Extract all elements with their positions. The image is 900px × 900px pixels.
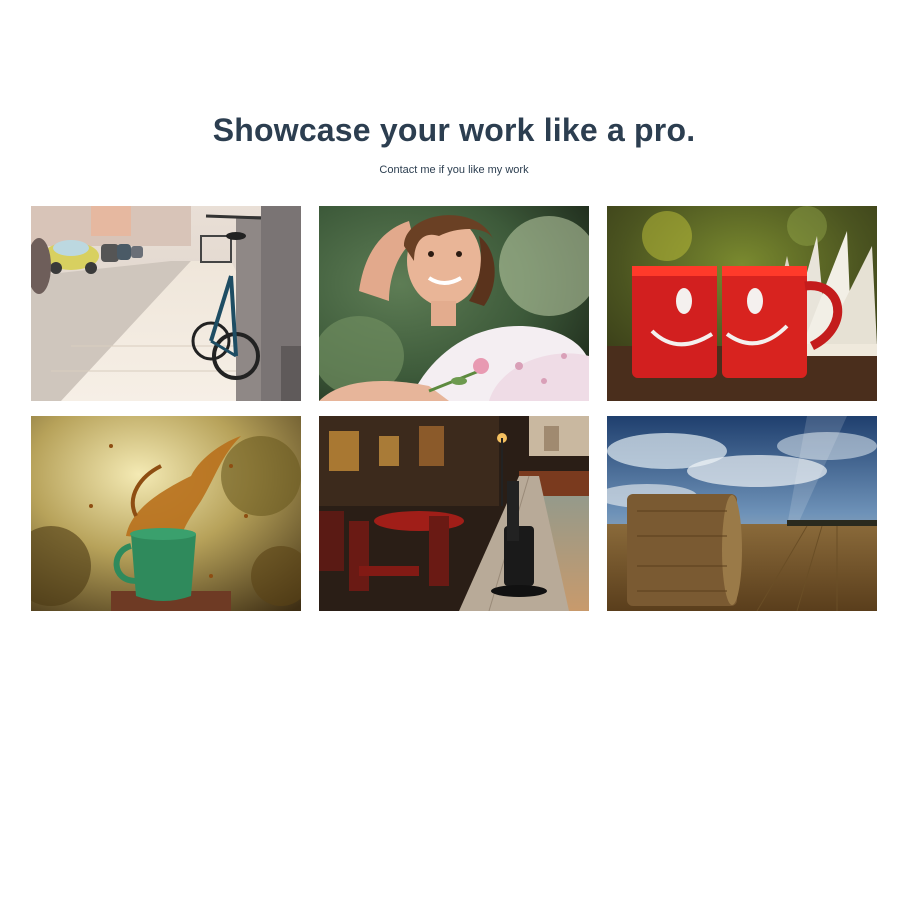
gallery-item-hay-bale[interactable] bbox=[607, 416, 877, 611]
portfolio-gallery bbox=[0, 0, 900, 900]
gallery-item-portrait[interactable] bbox=[319, 206, 589, 401]
waterfront-cafe-photo bbox=[319, 416, 589, 611]
smiling-woman-portrait-photo bbox=[319, 206, 589, 401]
gallery-item-bicycle[interactable] bbox=[31, 206, 301, 401]
gallery-item-cup-splash[interactable] bbox=[31, 416, 301, 611]
gallery-item-mugs[interactable] bbox=[607, 206, 877, 401]
bicycle-street-photo bbox=[31, 206, 301, 401]
hay-bale-field-photo bbox=[607, 416, 877, 611]
red-smiley-mugs-photo bbox=[607, 206, 877, 401]
green-cup-splash-photo bbox=[31, 416, 301, 611]
gallery-item-cafe[interactable] bbox=[319, 416, 589, 611]
